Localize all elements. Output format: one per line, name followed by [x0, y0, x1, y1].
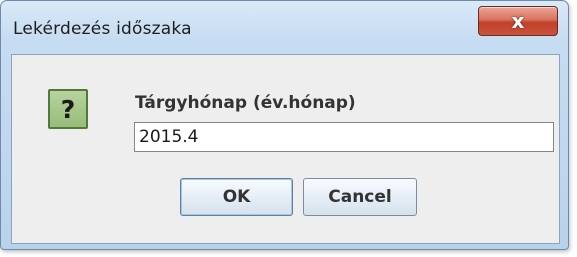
question-icon: ? — [48, 89, 88, 129]
question-icon-glyph: ? — [60, 94, 76, 124]
title-bar[interactable]: Lekérdezés időszaka x — [1, 1, 568, 53]
dialog-window: Lekérdezés időszaka x ? Tárgyhónap (év.h… — [0, 0, 569, 250]
field-label: Tárgyhónap (év.hónap) — [135, 93, 356, 113]
dialog-content: ? Tárgyhónap (év.hónap) OK Cancel — [11, 54, 560, 244]
period-input[interactable] — [134, 122, 554, 152]
close-button[interactable]: x — [478, 6, 558, 36]
ok-button[interactable]: OK — [180, 178, 293, 216]
cancel-button[interactable]: Cancel — [303, 178, 417, 216]
window-title: Lekérdezés időszaka — [13, 19, 192, 39]
close-icon: x — [511, 9, 525, 33]
